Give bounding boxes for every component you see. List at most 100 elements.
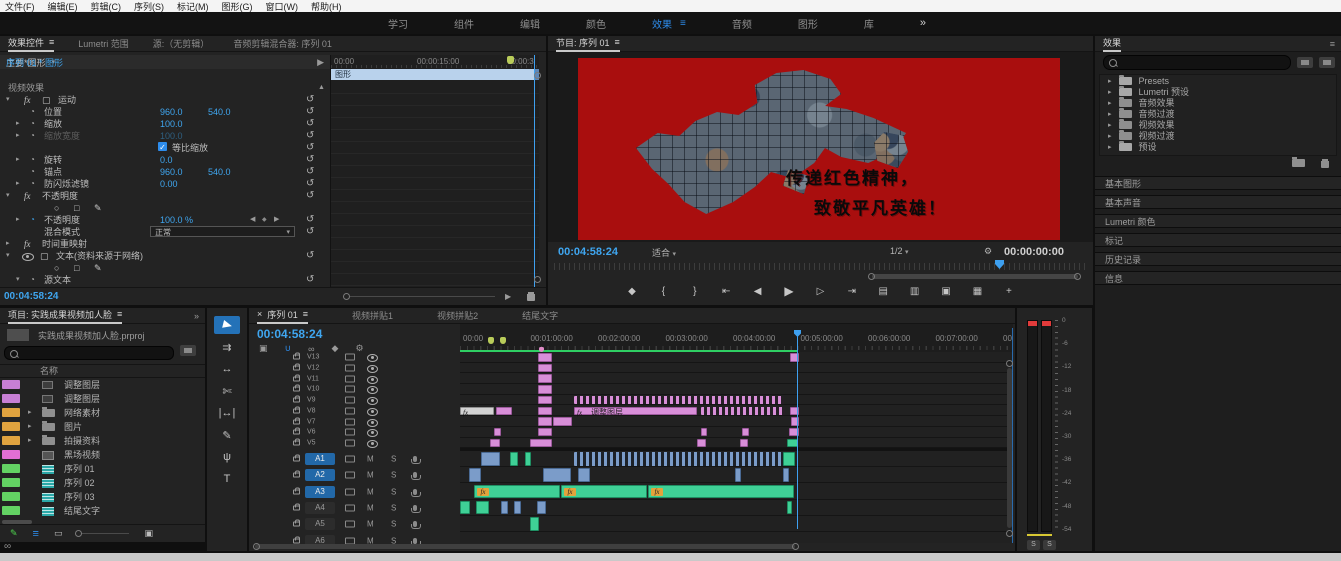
program-scrub-bar[interactable] bbox=[554, 263, 1086, 270]
checkbox[interactable]: ✓ bbox=[158, 142, 167, 151]
timeline-clip[interactable] bbox=[538, 374, 552, 383]
delete-custom-item-icon[interactable] bbox=[1321, 159, 1329, 168]
workspace-tab-效果[interactable]: 效果 bbox=[652, 16, 672, 31]
list-view-button[interactable]: ≡ bbox=[33, 528, 39, 540]
workspace-tab-颜色[interactable]: 颜色 bbox=[586, 16, 606, 31]
timeline-clip[interactable] bbox=[514, 501, 521, 515]
track-header-V9[interactable]: V9 bbox=[249, 395, 460, 406]
twirl-icon[interactable]: ▸ bbox=[1108, 132, 1112, 140]
workspace-tab-编辑[interactable]: 编辑 bbox=[520, 16, 540, 31]
reset-parameter-icon[interactable]: ↺ bbox=[306, 214, 314, 226]
delete-effect-icon[interactable] bbox=[527, 292, 535, 301]
stopwatch-icon[interactable]: ◔ bbox=[30, 130, 35, 142]
source-patch-icon[interactable] bbox=[345, 439, 355, 446]
timeline-clip[interactable] bbox=[697, 439, 706, 448]
prev-keyframe-icon[interactable]: ◀ bbox=[250, 214, 255, 226]
timeline-clip[interactable] bbox=[574, 452, 784, 466]
timeline-clip[interactable] bbox=[538, 353, 552, 362]
reset-parameter-icon[interactable]: ↺ bbox=[306, 166, 314, 178]
new-custom-bin-icon[interactable] bbox=[1292, 159, 1305, 167]
timeline-clip[interactable] bbox=[701, 407, 785, 416]
label-color-chip[interactable] bbox=[2, 464, 20, 473]
timeline-clip[interactable] bbox=[481, 452, 500, 466]
timeline-clip[interactable] bbox=[496, 407, 512, 416]
effect-controls-tab[interactable]: 效果控件≡ bbox=[8, 36, 54, 52]
reset-parameter-icon[interactable]: ↺ bbox=[306, 178, 314, 190]
timeline-clip[interactable]: fx bbox=[474, 485, 560, 499]
effect-label[interactable]: 不透明度 bbox=[42, 190, 78, 202]
timeline-clip[interactable] bbox=[783, 468, 789, 482]
track-output-eye-icon[interactable] bbox=[367, 406, 378, 416]
comparison-view-button[interactable]: ▦ bbox=[971, 286, 983, 297]
voiceover-record-icon[interactable] bbox=[413, 489, 417, 495]
timeline-clip[interactable] bbox=[538, 407, 552, 416]
blend-mode-dropdown[interactable]: 正常▾ bbox=[150, 226, 295, 237]
hscroll-handle-right[interactable] bbox=[792, 543, 799, 550]
effects-bin-音频效果[interactable]: ▸音频效果 bbox=[1100, 97, 1336, 108]
property-value[interactable]: 100.0 bbox=[160, 118, 183, 130]
play-audio-icon[interactable]: ▶ bbox=[505, 292, 511, 301]
timeline-clip[interactable]: fx bbox=[648, 485, 794, 499]
lock-icon[interactable] bbox=[293, 376, 300, 381]
mute-button[interactable]: M bbox=[367, 504, 374, 513]
clip-indicator-right[interactable] bbox=[1042, 321, 1051, 326]
stopwatch-icon[interactable]: ◔ bbox=[30, 154, 35, 166]
stopwatch-icon[interactable]: ◔ bbox=[30, 214, 35, 226]
step-forward-button[interactable]: ▷ bbox=[814, 286, 826, 297]
menu-item[interactable]: 序列(S) bbox=[134, 0, 164, 13]
timeline-clip[interactable] bbox=[525, 452, 531, 466]
effects-bin-音频过渡[interactable]: ▸音频过渡 bbox=[1100, 108, 1336, 119]
panel-menu-icon[interactable]: ≡ bbox=[49, 37, 54, 47]
source-patch-icon[interactable] bbox=[345, 407, 355, 414]
track-output-eye-icon[interactable] bbox=[367, 427, 378, 437]
timeline-clip[interactable] bbox=[553, 417, 572, 426]
collapsed-panel-标记[interactable]: 标记 bbox=[1095, 233, 1341, 247]
effect-controls-tab[interactable]: 音频剪辑混合器: 序列 01 bbox=[233, 37, 332, 50]
track-header-A4[interactable]: A4MS bbox=[249, 500, 460, 516]
property-value[interactable]: 960.0 bbox=[160, 106, 183, 118]
button-editor-button[interactable]: + bbox=[1003, 286, 1015, 297]
source-patch-icon[interactable] bbox=[345, 456, 355, 463]
menu-item[interactable]: 帮助(H) bbox=[311, 0, 342, 13]
timeline-clip[interactable] bbox=[543, 468, 571, 482]
playback-resolution-dropdown[interactable]: 1/2 ▾ bbox=[890, 246, 909, 256]
project-item[interactable]: 序列 03 bbox=[0, 490, 205, 504]
solo-button[interactable]: S bbox=[391, 455, 396, 464]
property-value[interactable]: 540.0 bbox=[208, 166, 231, 178]
eye-icon[interactable] bbox=[22, 250, 34, 262]
effects-filter-icon-2[interactable] bbox=[1319, 57, 1335, 68]
twirl-icon[interactable]: ▸ bbox=[28, 420, 32, 434]
effects-filter-icon-1[interactable] bbox=[1297, 57, 1313, 68]
workspace-tab-组件[interactable]: 组件 bbox=[454, 16, 474, 31]
program-timecode[interactable]: 00:04:58:24 bbox=[558, 246, 618, 258]
reset-parameter-icon[interactable]: ↺ bbox=[306, 274, 314, 286]
source-patch-icon[interactable] bbox=[345, 472, 355, 479]
track-output-eye-icon[interactable] bbox=[367, 374, 378, 384]
effects-bin-Presets[interactable]: ▸Presets bbox=[1100, 75, 1336, 86]
workspace-tab-图形[interactable]: 图形 bbox=[798, 16, 818, 31]
project-item[interactable]: ▸网络素材 bbox=[0, 406, 205, 420]
timeline-clip[interactable] bbox=[538, 428, 552, 437]
timeline-vscrollbar[interactable] bbox=[1007, 368, 1012, 528]
timeline-clip[interactable]: fx调整图层 bbox=[574, 407, 697, 416]
project-item[interactable]: 序列 01 bbox=[0, 462, 205, 476]
twirl-icon[interactable]: ▸ bbox=[28, 434, 32, 448]
stopwatch-icon[interactable]: ◔ bbox=[30, 118, 35, 130]
voiceover-record-icon[interactable] bbox=[413, 505, 417, 511]
selection-tool[interactable] bbox=[214, 316, 240, 334]
mark-out-button[interactable]: } bbox=[689, 286, 701, 297]
lock-icon[interactable] bbox=[293, 398, 300, 403]
add-keyframe-icon[interactable]: ◆ bbox=[262, 214, 267, 226]
workspace-overflow-icon[interactable]: » bbox=[920, 17, 926, 29]
reset-parameter-icon[interactable]: ↺ bbox=[306, 190, 314, 202]
reset-parameter-icon[interactable]: ↺ bbox=[306, 226, 314, 238]
timeline-clip[interactable] bbox=[740, 439, 748, 448]
track-target-button[interactable]: A3 bbox=[305, 486, 335, 498]
hscroll-handle-left[interactable] bbox=[253, 543, 260, 550]
panel-menu-icon[interactable]: ≡ bbox=[303, 309, 308, 319]
timeline-clip[interactable]: fx bbox=[460, 407, 494, 416]
project-item[interactable]: ▸拍摄资料 bbox=[0, 434, 205, 448]
timeline-clip[interactable] bbox=[530, 517, 539, 531]
timeline-clip[interactable] bbox=[510, 452, 518, 466]
effect-controls-tab[interactable]: 源:（无剪辑） bbox=[153, 37, 210, 50]
